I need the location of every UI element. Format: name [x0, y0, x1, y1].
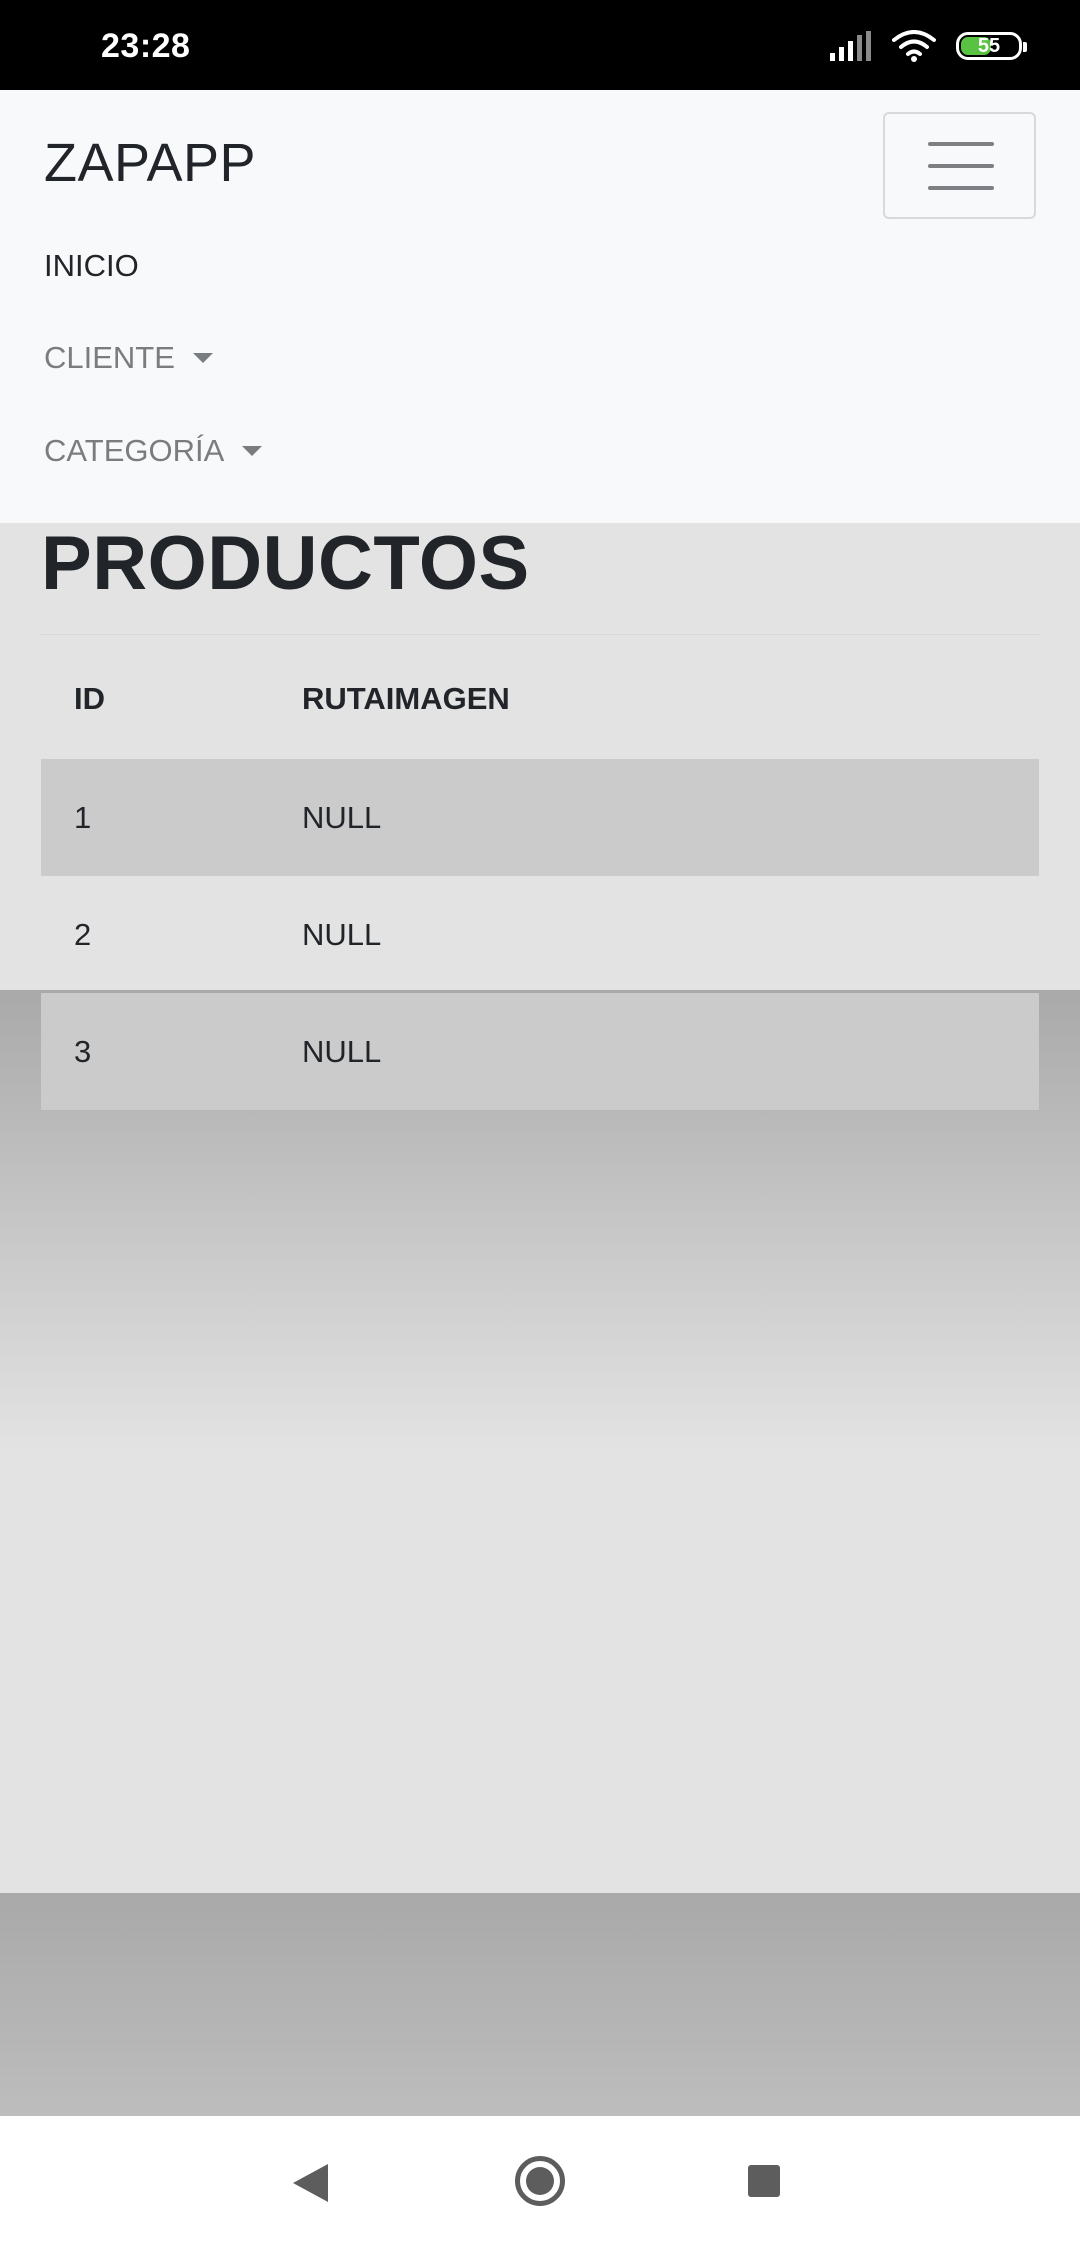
status-icons: 55 [830, 28, 1027, 64]
wifi-icon [892, 30, 936, 62]
cell-rutaimagen: NULL [302, 916, 382, 952]
background-shade-bottom [0, 1893, 1080, 2116]
nav-link-label: CATEGORÍA [44, 433, 225, 468]
caret-down-icon [192, 353, 213, 363]
hamburger-menu-icon [928, 142, 994, 190]
system-navigation-bar [0, 2116, 1080, 2246]
nav-link-label: CLIENTE [44, 340, 175, 375]
signal-icon [830, 31, 872, 61]
caret-down-icon [242, 446, 263, 456]
table-row: 2 NULL [41, 876, 1039, 993]
cell-rutaimagen: NULL [302, 1033, 382, 1069]
battery-tip [1023, 42, 1027, 52]
products-table: ID RUTAIMAGEN 1 NULL 2 NULL 3 NULL [41, 638, 1039, 1110]
table-row: 1 NULL [41, 759, 1039, 876]
column-header-rutaimagen: RUTAIMAGEN [302, 680, 510, 716]
status-time: 23:28 [101, 27, 191, 65]
navbar-toggler-button[interactable] [883, 112, 1036, 219]
cell-id: 3 [74, 1033, 92, 1069]
background-panel [0, 1450, 1080, 1893]
table-row: 3 NULL [41, 993, 1039, 1110]
cell-id: 2 [74, 916, 92, 952]
nav-dropdown-categoria[interactable]: CATEGORÍA [44, 433, 263, 469]
home-icon[interactable] [515, 2156, 565, 2206]
battery-level: 55 [977, 34, 1001, 57]
page-title: PRODUCTOS [41, 521, 530, 606]
cell-rutaimagen: NULL [302, 799, 382, 835]
nav-dropdown-cliente[interactable]: CLIENTE [44, 340, 213, 376]
cell-id: 1 [74, 799, 92, 835]
column-header-id: ID [74, 680, 105, 716]
navbar: ZAPAPP INICIO CLIENTE CATEGORÍA [0, 90, 1080, 523]
battery-icon: 55 [956, 32, 1027, 60]
navbar-brand[interactable]: ZAPAPP [44, 132, 256, 194]
status-bar: 23:28 55 [0, 0, 1080, 90]
nav-link-label: INICIO [44, 248, 139, 283]
back-icon[interactable] [293, 2164, 328, 2202]
title-divider [41, 634, 1039, 635]
nav-link-inicio[interactable]: INICIO [44, 248, 139, 284]
recents-icon[interactable] [748, 2165, 780, 2197]
table-header-row: ID RUTAIMAGEN [41, 638, 1039, 759]
